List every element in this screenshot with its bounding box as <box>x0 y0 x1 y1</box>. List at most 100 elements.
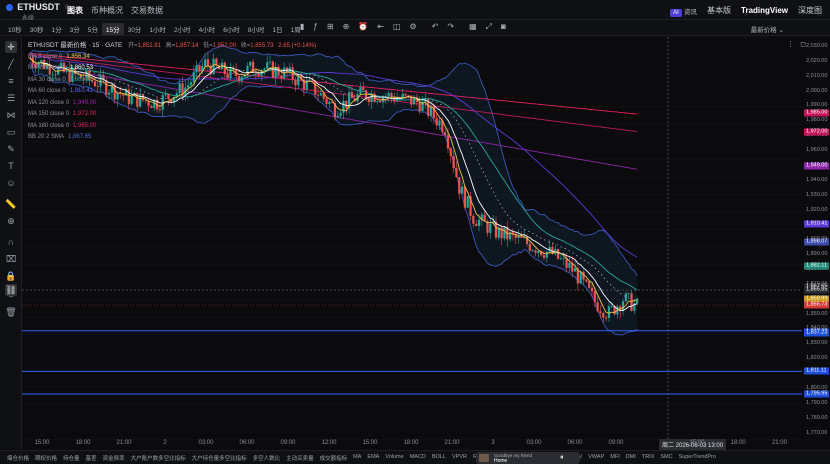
redo-icon[interactable]: ↷ <box>447 22 454 32</box>
undo-icon[interactable]: ↶ <box>432 22 439 32</box>
camera-snapshot-icon[interactable]: ◙ <box>501 22 506 32</box>
indicator-button[interactable]: 大户账户数多空比指标 <box>128 454 189 462</box>
indicators-icon[interactable]: ƒ <box>313 22 317 32</box>
emoji-icon[interactable]: ☺ <box>5 177 17 189</box>
price-axis[interactable]: 2,030.00 2,020.00 2,010.00 2,000.00 1,990.00… <box>803 37 830 449</box>
pattern-icon[interactable]: ⋈ <box>5 109 17 121</box>
interval-button[interactable]: 30分 <box>124 23 146 35</box>
basic-view-button[interactable]: 基本版 <box>707 5 731 16</box>
time-tick-label: 12:00 <box>321 440 337 446</box>
fullscreen-icon[interactable]: ⤢ <box>486 22 492 32</box>
text-icon[interactable]: T <box>5 160 17 172</box>
album-art-icon <box>479 454 489 462</box>
pause-icon[interactable]: ⏸ <box>560 454 564 462</box>
interval-button[interactable]: 15分 <box>101 23 124 35</box>
indicator-button[interactable]: SuperTrendPro <box>676 454 719 462</box>
indicator-button[interactable]: VWAP <box>585 454 607 462</box>
more-options-icon[interactable]: ⋮ <box>787 40 794 48</box>
indicator-button[interactable]: MA <box>350 454 364 462</box>
candle-body <box>621 301 625 311</box>
legend-indicator-row[interactable]: BB 20 2 SMA 1,867.65 <box>28 132 316 144</box>
candle-body <box>477 219 481 227</box>
price-tick-label: 1,830.00 <box>806 340 828 347</box>
top-tab-0[interactable]: 图表 <box>67 5 83 16</box>
depth-chart-button[interactable]: 深度图 <box>798 5 822 16</box>
rectangle-icon[interactable]: ▭ <box>5 126 17 138</box>
alert-icon[interactable]: ⏰ <box>358 22 368 32</box>
legend-indicator-row[interactable]: MA 150 close 0 1,972.00 <box>28 109 316 121</box>
ruler-icon[interactable]: 📏 <box>5 198 17 210</box>
interval-button[interactable]: 10秒 <box>4 23 26 35</box>
interval-button[interactable]: 30秒 <box>26 23 48 35</box>
indicator-button[interactable]: DMI <box>623 454 639 462</box>
indicator-button[interactable]: 基差 <box>83 454 100 462</box>
legend-indicator-row[interactable]: MA 180 close 0 1,985.00 <box>28 121 316 133</box>
interval-button[interactable]: 3分 <box>66 23 84 35</box>
indicator-button[interactable]: 成交额指标 <box>317 454 351 462</box>
legend-indicator-row[interactable]: MA 10 close 0 1,860.53 <box>28 63 316 75</box>
trend-line-icon[interactable]: ╱ <box>5 58 17 70</box>
link-icon[interactable]: ⛓ <box>5 284 17 296</box>
media-popup[interactable]: Goodbye my friend Home ⏸ <box>476 452 580 464</box>
interval-button[interactable]: 8小时 <box>244 23 269 35</box>
settings-icon[interactable]: ⚙ <box>410 22 417 32</box>
candle-body <box>596 302 599 312</box>
indicator-button[interactable]: 持仓量 <box>60 454 83 462</box>
exchange-logo-icon <box>6 4 13 11</box>
ai-badge: AI <box>670 8 682 17</box>
legend-indicator-row[interactable]: MA 120 close 0 1,949.00 <box>28 98 316 110</box>
fib-icon[interactable]: ☰ <box>5 92 17 104</box>
magnet-icon[interactable]: ∩ <box>5 236 17 248</box>
interval-button[interactable]: 5分 <box>84 23 102 35</box>
legend-indicator-row[interactable]: MA 30 close 0 1,882.11 <box>28 75 316 87</box>
indicator-button[interactable]: 爆仓价格 <box>4 454 32 462</box>
indicator-button[interactable]: 主动买卖量 <box>283 454 317 462</box>
trash-icon[interactable]: 🗑 <box>5 306 17 318</box>
indicator-button[interactable]: EMA <box>364 454 382 462</box>
layout-icon[interactable]: ⊞ <box>327 22 334 32</box>
candle-body <box>466 196 469 208</box>
interval-button[interactable]: 4小时 <box>195 23 220 35</box>
symbol-selector[interactable]: ETHUSDT ☆ 永续 <box>6 2 70 22</box>
indicator-button[interactable]: SMC <box>657 454 675 462</box>
interval-button[interactable]: 1日 <box>268 23 286 35</box>
ai-news-button[interactable]: AI 资讯 <box>670 6 697 17</box>
horizontal-lines-icon[interactable]: ≡ <box>5 75 17 87</box>
top-tab-2[interactable]: 交易数据 <box>131 5 163 16</box>
price-mode-select[interactable]: 最新价格 ⌄ <box>751 24 784 34</box>
interval-button[interactable]: 6小时 <box>219 23 244 35</box>
indicator-button[interactable]: 期权价格 <box>32 454 60 462</box>
indicator-button[interactable]: Volume <box>382 454 406 462</box>
indicator-button[interactable]: VPVR <box>449 454 470 462</box>
indicator-button[interactable]: 大户持仓量多空比指标 <box>189 454 250 462</box>
top-tab-1[interactable]: 币种概况 <box>91 5 123 16</box>
legend-close-label: 收= <box>240 43 251 49</box>
grid-layout-icon[interactable]: ▦ <box>469 22 477 32</box>
indicator-button[interactable]: MFI <box>607 454 622 462</box>
indicator-button[interactable]: MACD <box>407 454 429 462</box>
interval-button[interactable]: 1分 <box>47 23 65 35</box>
compare-icon[interactable]: ⊕ <box>343 22 350 32</box>
symbol-name[interactable]: ETHUSDT <box>17 2 60 12</box>
time-axis[interactable]: 周二 2026-06-03 13:00 15:00 18:00 21:00 2 03:0… <box>22 439 802 450</box>
tradingview-button[interactable]: TradingView <box>741 6 788 15</box>
interval-button[interactable]: 2小时 <box>170 23 195 35</box>
replay-icon[interactable]: ⇤ <box>377 22 384 32</box>
lock-drawings-icon[interactable]: ⌧ <box>5 253 17 265</box>
chart-type-icon[interactable]: ▮ <box>300 22 304 32</box>
indicator-button[interactable]: TRIX <box>639 454 658 462</box>
indicator-button[interactable]: 多空人数比 <box>250 454 284 462</box>
crosshair-icon[interactable]: ✛ <box>5 41 17 53</box>
lock-icon[interactable]: 🔒 <box>5 270 17 282</box>
legend-indicator-row[interactable]: MA 60 close 0 1,910.41 <box>28 86 316 98</box>
time-tick-label: 21:00 <box>116 440 132 446</box>
chart-legend: ETHUSDT 最新价格 · 15 · GATE 开=1,852.81 高=1,… <box>28 40 316 144</box>
brush-icon[interactable]: ✎ <box>5 143 17 155</box>
indicator-button[interactable]: 资金费率 <box>100 454 128 462</box>
legend-indicator-row[interactable]: MA 5 close 0 1,856.34 <box>28 52 316 64</box>
interval-button[interactable]: 1小时 <box>145 23 170 35</box>
indicator-button[interactable]: BOLL <box>429 454 449 462</box>
time-tick-label: 18:00 <box>75 440 91 446</box>
camera-icon[interactable]: ◫ <box>393 22 401 32</box>
zoom-in-icon[interactable]: ⊕ <box>5 215 17 227</box>
